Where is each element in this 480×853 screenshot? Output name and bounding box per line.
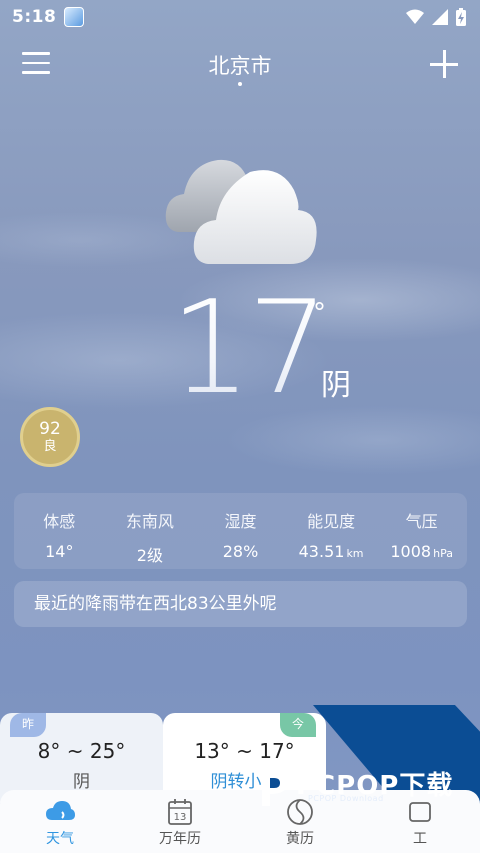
forecast-badge: 今 [280,713,316,737]
detail-label: 气压 [405,512,438,531]
detail-value: 43.51 km [298,542,364,561]
weather-details-card[interactable]: 体感 14° 东南风 2级 湿度 28% 能见度 43.51 km 气压 1008… [14,493,467,569]
status-icons [406,8,466,26]
forecast-temp-range: 13° ~ 17° [194,739,295,763]
detail-humidity: 湿度 28% [195,493,286,569]
header: 北京市 [0,44,480,90]
watermark-subtext: PCPOP Download [308,794,384,803]
detail-label: 东南风 [125,512,174,531]
detail-pressure: 气压 1008 hPa [376,493,467,569]
svg-text:13: 13 [174,812,187,823]
detail-value: 14° [45,542,74,561]
nav-label: 黄历 [286,831,314,847]
aqi-level: 良 [43,439,57,454]
detail-label: 能见度 [307,512,356,531]
calendar-icon: 13 [168,799,192,825]
detail-visibility: 能见度 43.51 km [286,493,377,569]
app-notification-icon [64,7,85,27]
detail-label: 湿度 [224,512,257,531]
aqi-badge[interactable]: 92 良 [20,407,80,467]
detail-wind: 东南风 2级 [105,493,196,569]
degree-symbol: ° [313,298,326,328]
detail-value: 1008 hPa [390,542,453,561]
status-time: 5:18 [12,7,57,27]
nav-label: 工 [413,831,427,847]
battery-charging-icon [456,8,466,26]
wifi-icon [406,9,424,24]
nav-label: 天气 [46,831,74,847]
pcpop-logo-icon [262,772,288,806]
detail-value: 2级 [136,546,163,565]
status-bar: 5:18 [0,0,480,34]
detail-value: 28% [222,542,259,561]
cloudy-icon [165,159,317,264]
forecast-badge: 昨 [10,713,46,737]
nav-tab-calendar[interactable]: 13 万年历 [120,790,240,853]
tools-icon [409,802,431,822]
weather-cloud-icon [46,801,75,820]
nav-label: 万年历 [159,831,201,847]
current-condition: 阴 [321,368,351,403]
forecast-condition: 阴 [73,772,90,792]
add-city-plus-icon[interactable] [430,50,458,78]
rain-notice-banner[interactable]: 最近的降雨带在西北83公里外呢 [14,581,467,627]
page-indicator-dot [238,82,242,86]
aqi-value: 92 [39,419,61,439]
detail-label: 体感 [43,512,76,531]
nav-tab-weather[interactable]: 天气 [0,790,120,853]
city-title[interactable]: 北京市 [0,50,480,80]
forecast-temp-range: 8° ~ 25° [37,739,126,763]
signal-icon [432,9,448,25]
current-temperature: 17 [170,274,329,423]
detail-feels-like: 体感 14° [14,493,105,569]
